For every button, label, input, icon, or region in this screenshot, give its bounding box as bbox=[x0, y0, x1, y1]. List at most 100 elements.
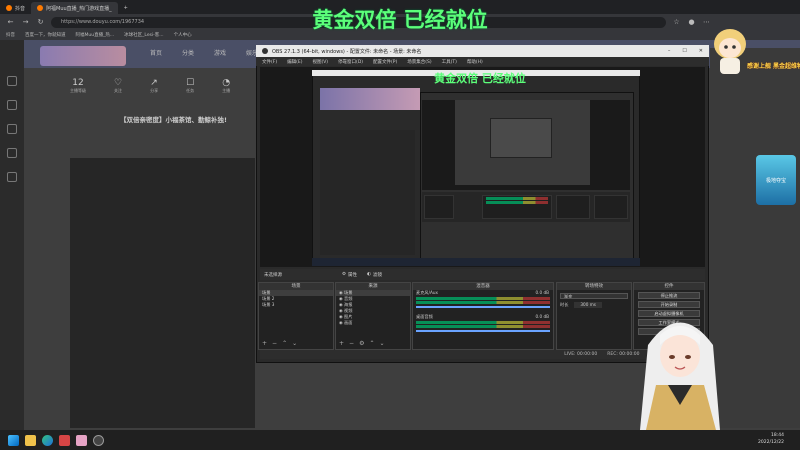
mixer-channel-db: 0.0 dB bbox=[535, 314, 549, 319]
stat-share[interactable]: ↗ 分享 bbox=[150, 78, 158, 94]
nested-capture-obs-docks bbox=[422, 192, 630, 222]
windows-icon[interactable] bbox=[8, 434, 19, 446]
nav-item[interactable]: 游戏 bbox=[214, 48, 226, 57]
back-icon[interactable]: ← bbox=[6, 18, 15, 27]
nav-item[interactable]: 分类 bbox=[182, 48, 194, 57]
obs-logo-icon bbox=[262, 48, 268, 54]
bookmark-item[interactable]: 阿福Muu直播_热... bbox=[76, 32, 115, 38]
douyin-favicon-icon bbox=[6, 5, 12, 11]
maximize-icon[interactable]: ☐ bbox=[682, 48, 686, 54]
menu-help[interactable]: 帮助(H) bbox=[467, 59, 483, 65]
volume-slider[interactable] bbox=[416, 306, 550, 308]
nav-item[interactable]: 首页 bbox=[150, 48, 162, 57]
nested-capture-obs-deepest bbox=[490, 118, 552, 158]
stat-follow[interactable]: ♡ 关注 bbox=[114, 78, 122, 94]
audio-mixer-dock: 混音器 麦克风/Aux 0.0 dB 桌面音频 0.0 dB bbox=[412, 282, 554, 350]
mixer-channel-db: 0.0 dB bbox=[535, 290, 549, 295]
bookmark-item[interactable]: 百度一下，你就知道 bbox=[25, 32, 66, 38]
menu-file[interactable]: 文件(F) bbox=[262, 59, 277, 65]
duration-input[interactable]: 300 ms bbox=[574, 302, 602, 308]
stop-streaming-button[interactable]: 停止推流 bbox=[638, 292, 700, 299]
bookmark-item[interactable]: 抖音 bbox=[6, 32, 15, 38]
media-icon[interactable] bbox=[59, 434, 70, 446]
thanks-sticker-text: 感谢上舰 黑金超维物 bbox=[746, 63, 800, 70]
system-clock[interactable]: 18:44 2022/12/22 bbox=[758, 432, 784, 446]
volume-meter bbox=[416, 321, 550, 324]
browser-tab-douyu[interactable]: 阿福Muu直播_热门游戏直播_ bbox=[31, 2, 118, 14]
no-source-label: 未选择源 bbox=[264, 272, 282, 278]
left-rail bbox=[0, 40, 24, 430]
transitions-dock: 转场特效 渐变 时长 300 ms bbox=[556, 282, 632, 350]
remove-source-button[interactable]: − bbox=[349, 340, 354, 347]
live-status: LIVE: 00:00:00 bbox=[564, 352, 598, 357]
menu-edit[interactable]: 编辑(E) bbox=[287, 59, 302, 65]
properties-button[interactable]: ⚙ 属性 bbox=[342, 272, 357, 278]
obs-icon[interactable] bbox=[93, 434, 104, 446]
mixer-channel-name: 麦克风/Aux bbox=[416, 290, 438, 295]
filters-button[interactable]: ◐ 滤镜 bbox=[367, 272, 382, 278]
volume-slider[interactable] bbox=[416, 330, 550, 332]
nested-capture-taskbar bbox=[312, 258, 640, 266]
gear-icon: ⚙ bbox=[342, 272, 347, 277]
recommend-icon[interactable] bbox=[7, 76, 17, 86]
bookmark-item[interactable]: 冰球社区_Lesi-客... bbox=[124, 32, 163, 38]
overlay-title: 黄金双倍 已经就位 bbox=[312, 8, 488, 32]
nested-overlay-title: 黄金双倍 已经就位 bbox=[434, 72, 526, 85]
vtuber-avatar bbox=[640, 322, 720, 430]
move-up-icon[interactable]: ⌃ bbox=[282, 340, 287, 347]
follow-icon[interactable] bbox=[7, 100, 17, 110]
scene-item[interactable]: 场景 3 bbox=[259, 302, 333, 308]
file-explorer-icon[interactable] bbox=[25, 434, 36, 446]
mixer-channel-name: 桌面音频 bbox=[416, 314, 433, 319]
video-player-area[interactable] bbox=[70, 158, 255, 428]
room-title: 【双倍亲密度】小福茶馆、勤鲸补独! bbox=[120, 116, 227, 124]
forward-icon[interactable]: → bbox=[21, 18, 30, 27]
sources-dock: 来源 ◉ 场景 ◉ 音频 ◉ 海报 ◉ 视频 ◉ 图片 ◉ 画面 + − ⚙ ⌃… bbox=[335, 282, 411, 350]
obs-menubar: 文件(F) 编辑(E) 视图(V) 停靠窗口(D) 配置文件(P) 场景集合(S… bbox=[256, 57, 709, 66]
stat-level[interactable]: 12 主播等级 bbox=[70, 78, 86, 94]
add-scene-button[interactable]: + bbox=[262, 340, 267, 347]
source-item[interactable]: ◉ 画面 bbox=[336, 320, 410, 326]
video-icon[interactable] bbox=[7, 172, 17, 182]
minimize-icon[interactable]: – bbox=[668, 48, 671, 54]
edge-icon[interactable] bbox=[42, 434, 53, 446]
stat-anchor[interactable]: ◔ 主播 bbox=[222, 78, 230, 94]
move-up-icon[interactable]: ⌃ bbox=[369, 340, 374, 347]
site-logo[interactable] bbox=[40, 46, 126, 66]
menu-scene-collection[interactable]: 场景集合(S) bbox=[407, 59, 431, 65]
stat-task[interactable]: ☐ 任务 bbox=[186, 78, 194, 94]
reload-icon[interactable]: ↻ bbox=[36, 18, 45, 27]
nested-capture-banner bbox=[320, 88, 420, 110]
streamer-stats: 12 主播等级 ♡ 关注 ↗ 分享 ☐ 任务 ◔ 主播 bbox=[70, 78, 230, 94]
treasure-badge[interactable]: 极地夺宝 bbox=[756, 155, 796, 205]
new-tab-button[interactable]: + bbox=[118, 2, 134, 14]
filter-icon: ◐ bbox=[367, 272, 371, 277]
scenes-dock: 场景 场景 场景 2 场景 3 + − ⌃ ⌄ bbox=[258, 282, 334, 350]
windows-taskbar bbox=[0, 430, 800, 450]
game-icon[interactable] bbox=[76, 434, 87, 446]
remove-scene-button[interactable]: − bbox=[272, 340, 277, 347]
source-settings-icon[interactable]: ⚙ bbox=[359, 340, 364, 347]
obs-source-toolbar: 未选择源 ⚙ 属性 ◐ 滤镜 bbox=[260, 269, 705, 280]
profile-icon[interactable]: ● bbox=[687, 18, 696, 27]
category-icon[interactable] bbox=[7, 124, 17, 134]
bookmark-item[interactable]: 个人中心 bbox=[174, 32, 192, 38]
transition-select[interactable]: 渐变 bbox=[560, 293, 628, 299]
move-down-icon[interactable]: ⌄ bbox=[379, 340, 384, 347]
obs-titlebar: OBS 27.1.3 (64-bit, windows) - 配置文件: 未命名… bbox=[256, 45, 709, 57]
menu-tools[interactable]: 工具(T) bbox=[442, 59, 457, 65]
menu-view[interactable]: 视图(V) bbox=[312, 59, 328, 65]
douyu-favicon-icon bbox=[37, 5, 44, 11]
nested-capture-player bbox=[320, 130, 415, 255]
menu-docks[interactable]: 停靠窗口(D) bbox=[338, 59, 363, 65]
star-icon[interactable]: ☆ bbox=[672, 18, 681, 27]
volume-meter bbox=[416, 301, 550, 304]
move-down-icon[interactable]: ⌄ bbox=[292, 340, 297, 347]
close-icon[interactable]: ✕ bbox=[699, 48, 703, 54]
menu-profile[interactable]: 配置文件(P) bbox=[373, 59, 397, 65]
rank-icon[interactable] bbox=[7, 148, 17, 158]
volume-meter bbox=[416, 297, 550, 300]
add-source-button[interactable]: + bbox=[339, 340, 344, 347]
volume-meter bbox=[416, 325, 550, 328]
browser-tab-douyin[interactable]: 抖音 bbox=[0, 2, 31, 14]
